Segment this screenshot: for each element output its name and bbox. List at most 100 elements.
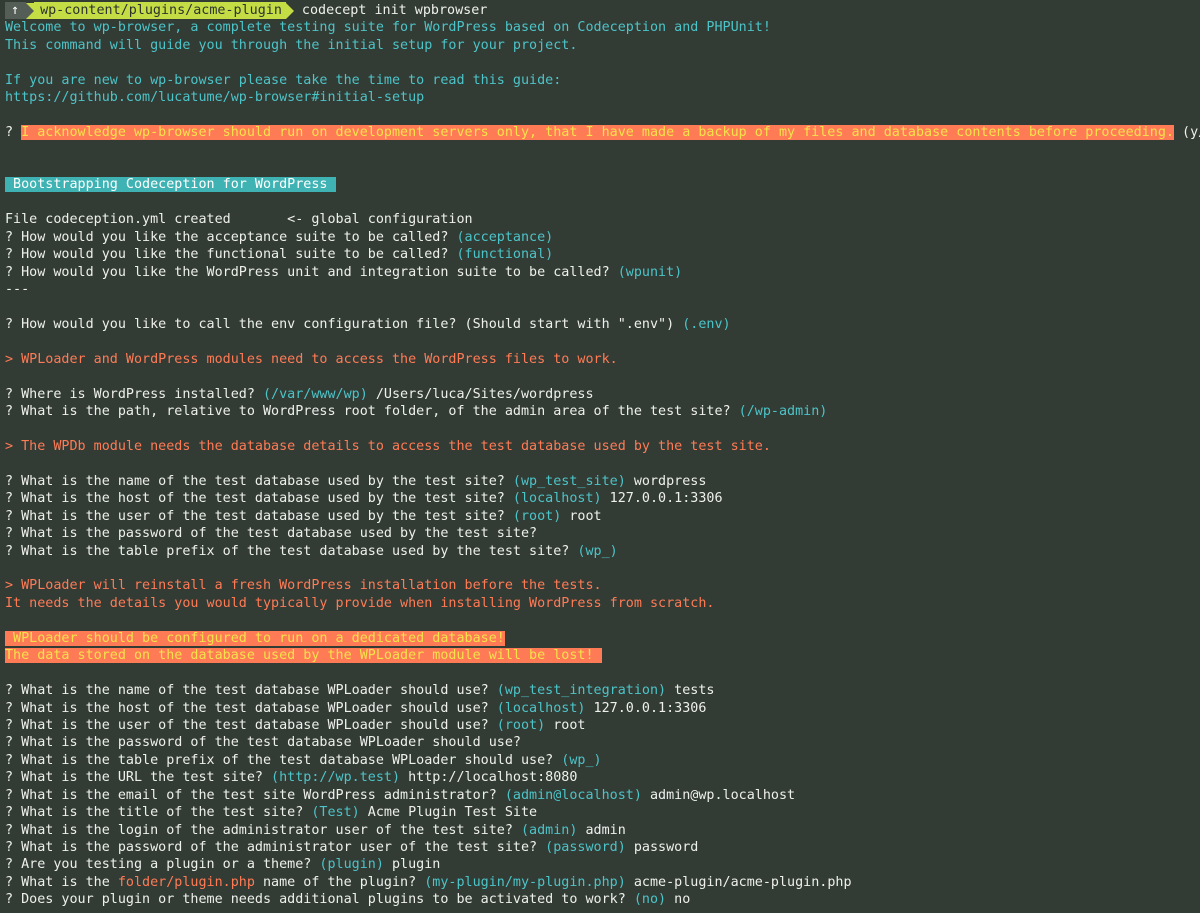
terminal-text-segment: no: [666, 892, 691, 908]
terminal-text-segment: ? How would you like the WordPress unit …: [5, 264, 618, 280]
terminal-line: ? Where is WordPress installed? (/var/ww…: [5, 386, 1200, 403]
terminal-text-segment: WPLoader should be configured to run on …: [5, 630, 505, 646]
terminal-text-segment: admin: [577, 822, 626, 838]
terminal-text-segment: ? How would you like the acceptance suit…: [5, 229, 457, 245]
terminal-text-segment: ? Are you testing a plugin or a theme?: [5, 857, 320, 873]
terminal-text-segment: ? What is the name of the test database …: [5, 473, 513, 489]
terminal-text-segment: ? What is the table prefix of the test d…: [5, 752, 562, 768]
terminal-text-segment: ---: [5, 282, 30, 297]
terminal-line: ? What is the folder/plugin.php name of …: [5, 874, 1200, 891]
terminal-line: > WPLoader will reinstall a fresh WordPr…: [5, 577, 1200, 594]
terminal-text-segment: The data stored on the database used by …: [5, 648, 602, 664]
terminal-text-segment: ? What is the user of the test database …: [5, 717, 497, 733]
terminal-text-segment: (.env): [682, 316, 731, 332]
terminal-text-segment: name of the plugin?: [254, 874, 425, 890]
terminal-text-segment: (wp_): [577, 543, 618, 559]
terminal-line: ? What is the path, relative to WordPres…: [5, 403, 1200, 420]
terminal-line: ? Does your plugin or theme needs additi…: [5, 891, 1200, 908]
terminal-text-segment: http://localhost:8080: [400, 770, 578, 786]
terminal-line: ? How would you like to call the env con…: [5, 316, 1200, 333]
terminal-line: ? What is the host of the test database …: [5, 700, 1200, 717]
terminal-line: ? What is the password of the administra…: [5, 839, 1200, 856]
terminal-text-segment: ? What is the host of the test database …: [5, 700, 497, 716]
prompt-separator: [285, 2, 294, 19]
terminal-window[interactable]: ↑ wp-content/plugins/acme-plugin codecep…: [0, 0, 1200, 913]
terminal-text-segment: ? Does your plugin or theme needs additi…: [5, 892, 634, 908]
arrow-up-icon: ↑: [5, 2, 27, 20]
terminal-line: ? Are you testing a plugin or a theme? (…: [5, 856, 1200, 873]
terminal-text-segment: ? What is the name of the test database …: [5, 683, 497, 699]
terminal-line: ? How would you like the acceptance suit…: [5, 229, 1200, 246]
terminal-text-segment: ? What is the password of the administra…: [5, 840, 546, 855]
shell-prompt: ↑ wp-content/plugins/acme-plugin codecep…: [5, 2, 1200, 20]
terminal-text-segment: (http://wp.test): [271, 770, 401, 786]
terminal-text-segment: ?: [5, 125, 22, 141]
terminal-text-segment: ? What is the email of the test site Wor…: [5, 787, 505, 803]
terminal-text-segment: (localhost): [512, 491, 602, 507]
terminal-text-segment: Acme Plugin Test Site: [359, 805, 538, 821]
terminal-text-segment: ? What is the table prefix of the test d…: [5, 543, 578, 559]
prompt-command: codecept init wpbrowser: [301, 3, 488, 19]
terminal-text-segment: File codeception.yml created <- global c…: [5, 212, 473, 228]
terminal-text-segment: ? What is the host of the test database …: [5, 491, 513, 507]
terminal-text-segment: (wpunit): [617, 264, 683, 280]
terminal-text-segment: https://github.com/lucatume/wp-browser#i…: [5, 90, 425, 106]
terminal-text-segment: > WPLoader will reinstall a fresh WordPr…: [5, 578, 602, 594]
terminal-line: ? How would you like the functional suit…: [5, 246, 1200, 263]
terminal-text-segment: (y/n) y: [1182, 125, 1200, 141]
terminal-text-segment: (plugin): [319, 857, 384, 873]
terminal-text-segment: > WPLoader and WordPress modules need to…: [5, 351, 618, 367]
terminal-text-segment: wordpress: [625, 473, 707, 489]
terminal-text-segment: (my-plugin/my-plugin.php): [424, 874, 626, 890]
terminal-text-segment: ? What is the title of the test site?: [5, 805, 312, 821]
terminal-line: ? How would you like the WordPress unit …: [5, 264, 1200, 281]
terminal-line: ? What is the URL the test site? (http:/…: [5, 769, 1200, 786]
terminal-text-segment: plugin: [383, 857, 441, 873]
terminal-line: Welcome to wp-browser, a complete testin…: [5, 19, 1200, 36]
terminal-line: ? What is the email of the test site Wor…: [5, 787, 1200, 804]
terminal-text-segment: (password): [545, 840, 626, 855]
terminal-line: https://github.com/lucatume/wp-browser#i…: [5, 89, 1200, 106]
terminal-line: Bootstrapping Codeception for WordPress: [5, 176, 1200, 193]
prompt-path: wp-content/plugins/acme-plugin: [34, 2, 286, 20]
terminal-line: ? What is the table prefix of the test d…: [5, 752, 1200, 769]
terminal-text-segment: (admin): [520, 822, 578, 838]
terminal-line: ? What is the password of the test datab…: [5, 525, 1200, 542]
terminal-line: It needs the details you would typically…: [5, 595, 1200, 612]
terminal-line: ? What is the name of the test database …: [5, 682, 1200, 699]
terminal-output: Welcome to wp-browser, a complete testin…: [5, 19, 1200, 908]
terminal-line: This command will guide you through the …: [5, 37, 1200, 54]
terminal-text-segment: ? How would you like to call the env con…: [5, 316, 683, 332]
terminal-line: ? What is the user of the test database …: [5, 717, 1200, 734]
terminal-line: File codeception.yml created <- global c…: [5, 211, 1200, 228]
terminal-line: ? What is the table prefix of the test d…: [5, 543, 1200, 560]
terminal-line: > WPLoader and WordPress modules need to…: [5, 351, 1200, 368]
terminal-line: ? What is the title of the test site? (T…: [5, 804, 1200, 821]
terminal-text-segment: I acknowledge wp-browser should run on d…: [21, 125, 1174, 141]
terminal-text-segment: This command will guide you through the …: [5, 37, 578, 53]
terminal-text-segment: ? What is the login of the administrator…: [5, 822, 521, 838]
terminal-text-segment: (wp_): [561, 752, 602, 768]
terminal-line: The data stored on the database used by …: [5, 647, 1200, 664]
terminal-line: ? I acknowledge wp-browser should run on…: [5, 124, 1200, 141]
terminal-text-segment: acme-plugin/acme-plugin.php: [625, 874, 852, 890]
terminal-text-segment: (wp_test_integration): [496, 683, 667, 699]
terminal-text-segment: admin@wp.localhost: [641, 787, 796, 803]
terminal-text-segment: Bootstrapping Codeception for WordPress: [5, 177, 336, 193]
terminal-text-segment: (Test): [311, 805, 360, 821]
terminal-text-segment: Welcome to wp-browser, a complete testin…: [5, 20, 771, 36]
terminal-line: ? What is the login of the administrator…: [5, 822, 1200, 839]
terminal-text-segment: folder/plugin.php: [117, 874, 255, 890]
terminal-text-segment: If you are new to wp-browser please take…: [5, 72, 562, 88]
terminal-text-segment: (/wp-admin): [738, 404, 828, 420]
